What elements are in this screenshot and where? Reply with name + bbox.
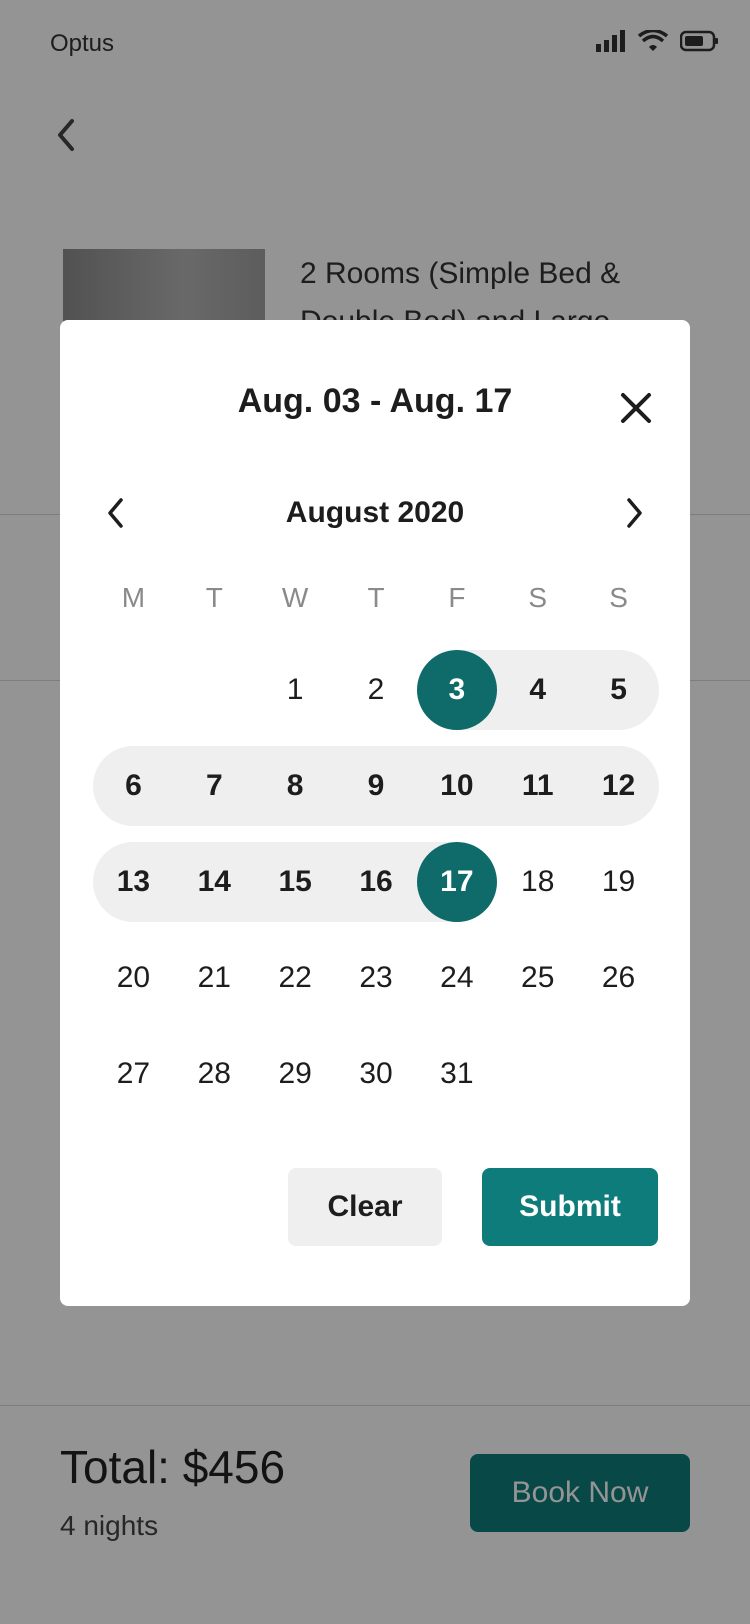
submit-button[interactable]: Submit (482, 1168, 658, 1246)
day-number: 1 (286, 673, 304, 706)
calendar-day[interactable]: 10 (417, 746, 497, 826)
calendar-day[interactable]: 5 (579, 650, 659, 730)
day-number: 12 (601, 769, 636, 802)
day-number: 26 (601, 961, 636, 994)
day-number: 31 (440, 1057, 474, 1090)
calendar-day[interactable]: 13 (93, 842, 173, 922)
calendar-day[interactable]: 15 (255, 842, 335, 922)
modal-title: Aug. 03 - Aug. 17 (237, 382, 513, 420)
day-number: 27 (116, 1057, 151, 1090)
calendar-week-row: 6 7 8 9 10 11 12 (93, 746, 659, 826)
calendar-day[interactable]: 7 (174, 746, 254, 826)
calendar-day[interactable]: 30 (336, 1034, 416, 1114)
day-number: 13 (116, 865, 151, 898)
chevron-right-icon (627, 498, 642, 528)
next-month-button[interactable] (612, 488, 656, 538)
weekday-label: T (205, 582, 223, 613)
calendar-day[interactable]: 22 (255, 938, 335, 1018)
day-number: 30 (359, 1057, 393, 1090)
calendar-day[interactable]: 19 (579, 842, 659, 922)
calendar-day[interactable]: 26 (579, 938, 659, 1018)
day-number: 8 (286, 769, 304, 802)
calendar-day[interactable]: 28 (174, 1034, 254, 1114)
close-button[interactable] (616, 388, 656, 428)
calendar-day[interactable]: 31 (417, 1034, 497, 1114)
day-number: 25 (521, 961, 555, 994)
weekday-label: T (367, 582, 385, 613)
month-navigation: August 2020 (60, 488, 690, 538)
weekday-label: F (448, 582, 466, 613)
calendar-week-row: 27 28 29 30 31 (93, 1034, 659, 1114)
clear-button[interactable]: Clear (288, 1168, 442, 1246)
day-number: 22 (278, 961, 312, 994)
calendar-day[interactable]: 2 (336, 650, 416, 730)
weekday-label: W (281, 582, 309, 613)
day-number: 6 (125, 769, 142, 802)
day-number: 14 (197, 865, 231, 898)
calendar-day[interactable]: 11 (498, 746, 578, 826)
weekday-label: M (121, 582, 146, 613)
day-number: 7 (205, 769, 223, 802)
calendar-day[interactable]: 4 (498, 650, 578, 730)
calendar-week-row: 1 2 3 4 5 (93, 650, 659, 730)
day-number: 16 (359, 865, 393, 898)
calendar-day[interactable]: 12 (579, 746, 659, 826)
day-number: 17 (440, 865, 474, 898)
day-number: 19 (601, 865, 636, 898)
weekday-label: S (609, 582, 628, 613)
day-number: 21 (197, 961, 231, 994)
calendar-day[interactable]: 9 (336, 746, 416, 826)
day-number: 23 (359, 961, 393, 994)
calendar-grid: 1 2 3 4 5 6 7 8 9 10 11 12 13 14 15 16 17 18 19 20 21 22 23 24 2… (93, 650, 659, 1130)
calendar-day[interactable]: 16 (336, 842, 416, 922)
day-number: 9 (367, 769, 385, 802)
calendar-day[interactable]: 14 (174, 842, 254, 922)
date-range-modal: Aug. 03 - Aug. 17 August 2020 M T W T F … (60, 320, 690, 1306)
calendar-day[interactable]: 21 (174, 938, 254, 1018)
calendar-day[interactable]: 27 (93, 1034, 173, 1114)
weekday-label: S (528, 582, 548, 613)
day-number: 3 (448, 673, 466, 706)
day-number: 28 (197, 1057, 231, 1090)
calendar-week-row: 20 21 22 23 24 25 26 (93, 938, 659, 1018)
calendar-day[interactable]: 6 (93, 746, 173, 826)
calendar-day[interactable]: 25 (498, 938, 578, 1018)
calendar-day[interactable]: 24 (417, 938, 497, 1018)
day-number: 2 (367, 673, 385, 706)
month-label: August 2020 (285, 496, 465, 529)
calendar-week-row: 13 14 15 16 17 18 19 (93, 842, 659, 922)
day-number: 29 (278, 1057, 312, 1090)
close-icon (621, 393, 651, 423)
range-end-day[interactable]: 17 (416, 842, 497, 922)
calendar-day[interactable]: 23 (336, 938, 416, 1018)
day-number: 10 (440, 769, 474, 802)
calendar-day[interactable]: 20 (93, 938, 173, 1018)
day-number: 15 (278, 865, 312, 898)
day-number: 24 (440, 961, 474, 994)
day-number: 11 (521, 769, 554, 802)
day-number: 20 (116, 961, 151, 994)
calendar-day[interactable]: 1 (255, 650, 335, 730)
calendar-day[interactable]: 8 (255, 746, 335, 826)
weekday-header: M T W T F S S (93, 582, 659, 614)
calendar-day[interactable]: 18 (498, 842, 578, 922)
range-start-day[interactable]: 3 (416, 650, 497, 730)
day-number: 5 (610, 673, 627, 706)
day-number: 18 (521, 865, 555, 898)
day-number: 4 (529, 673, 547, 706)
calendar-day[interactable]: 29 (255, 1034, 335, 1114)
